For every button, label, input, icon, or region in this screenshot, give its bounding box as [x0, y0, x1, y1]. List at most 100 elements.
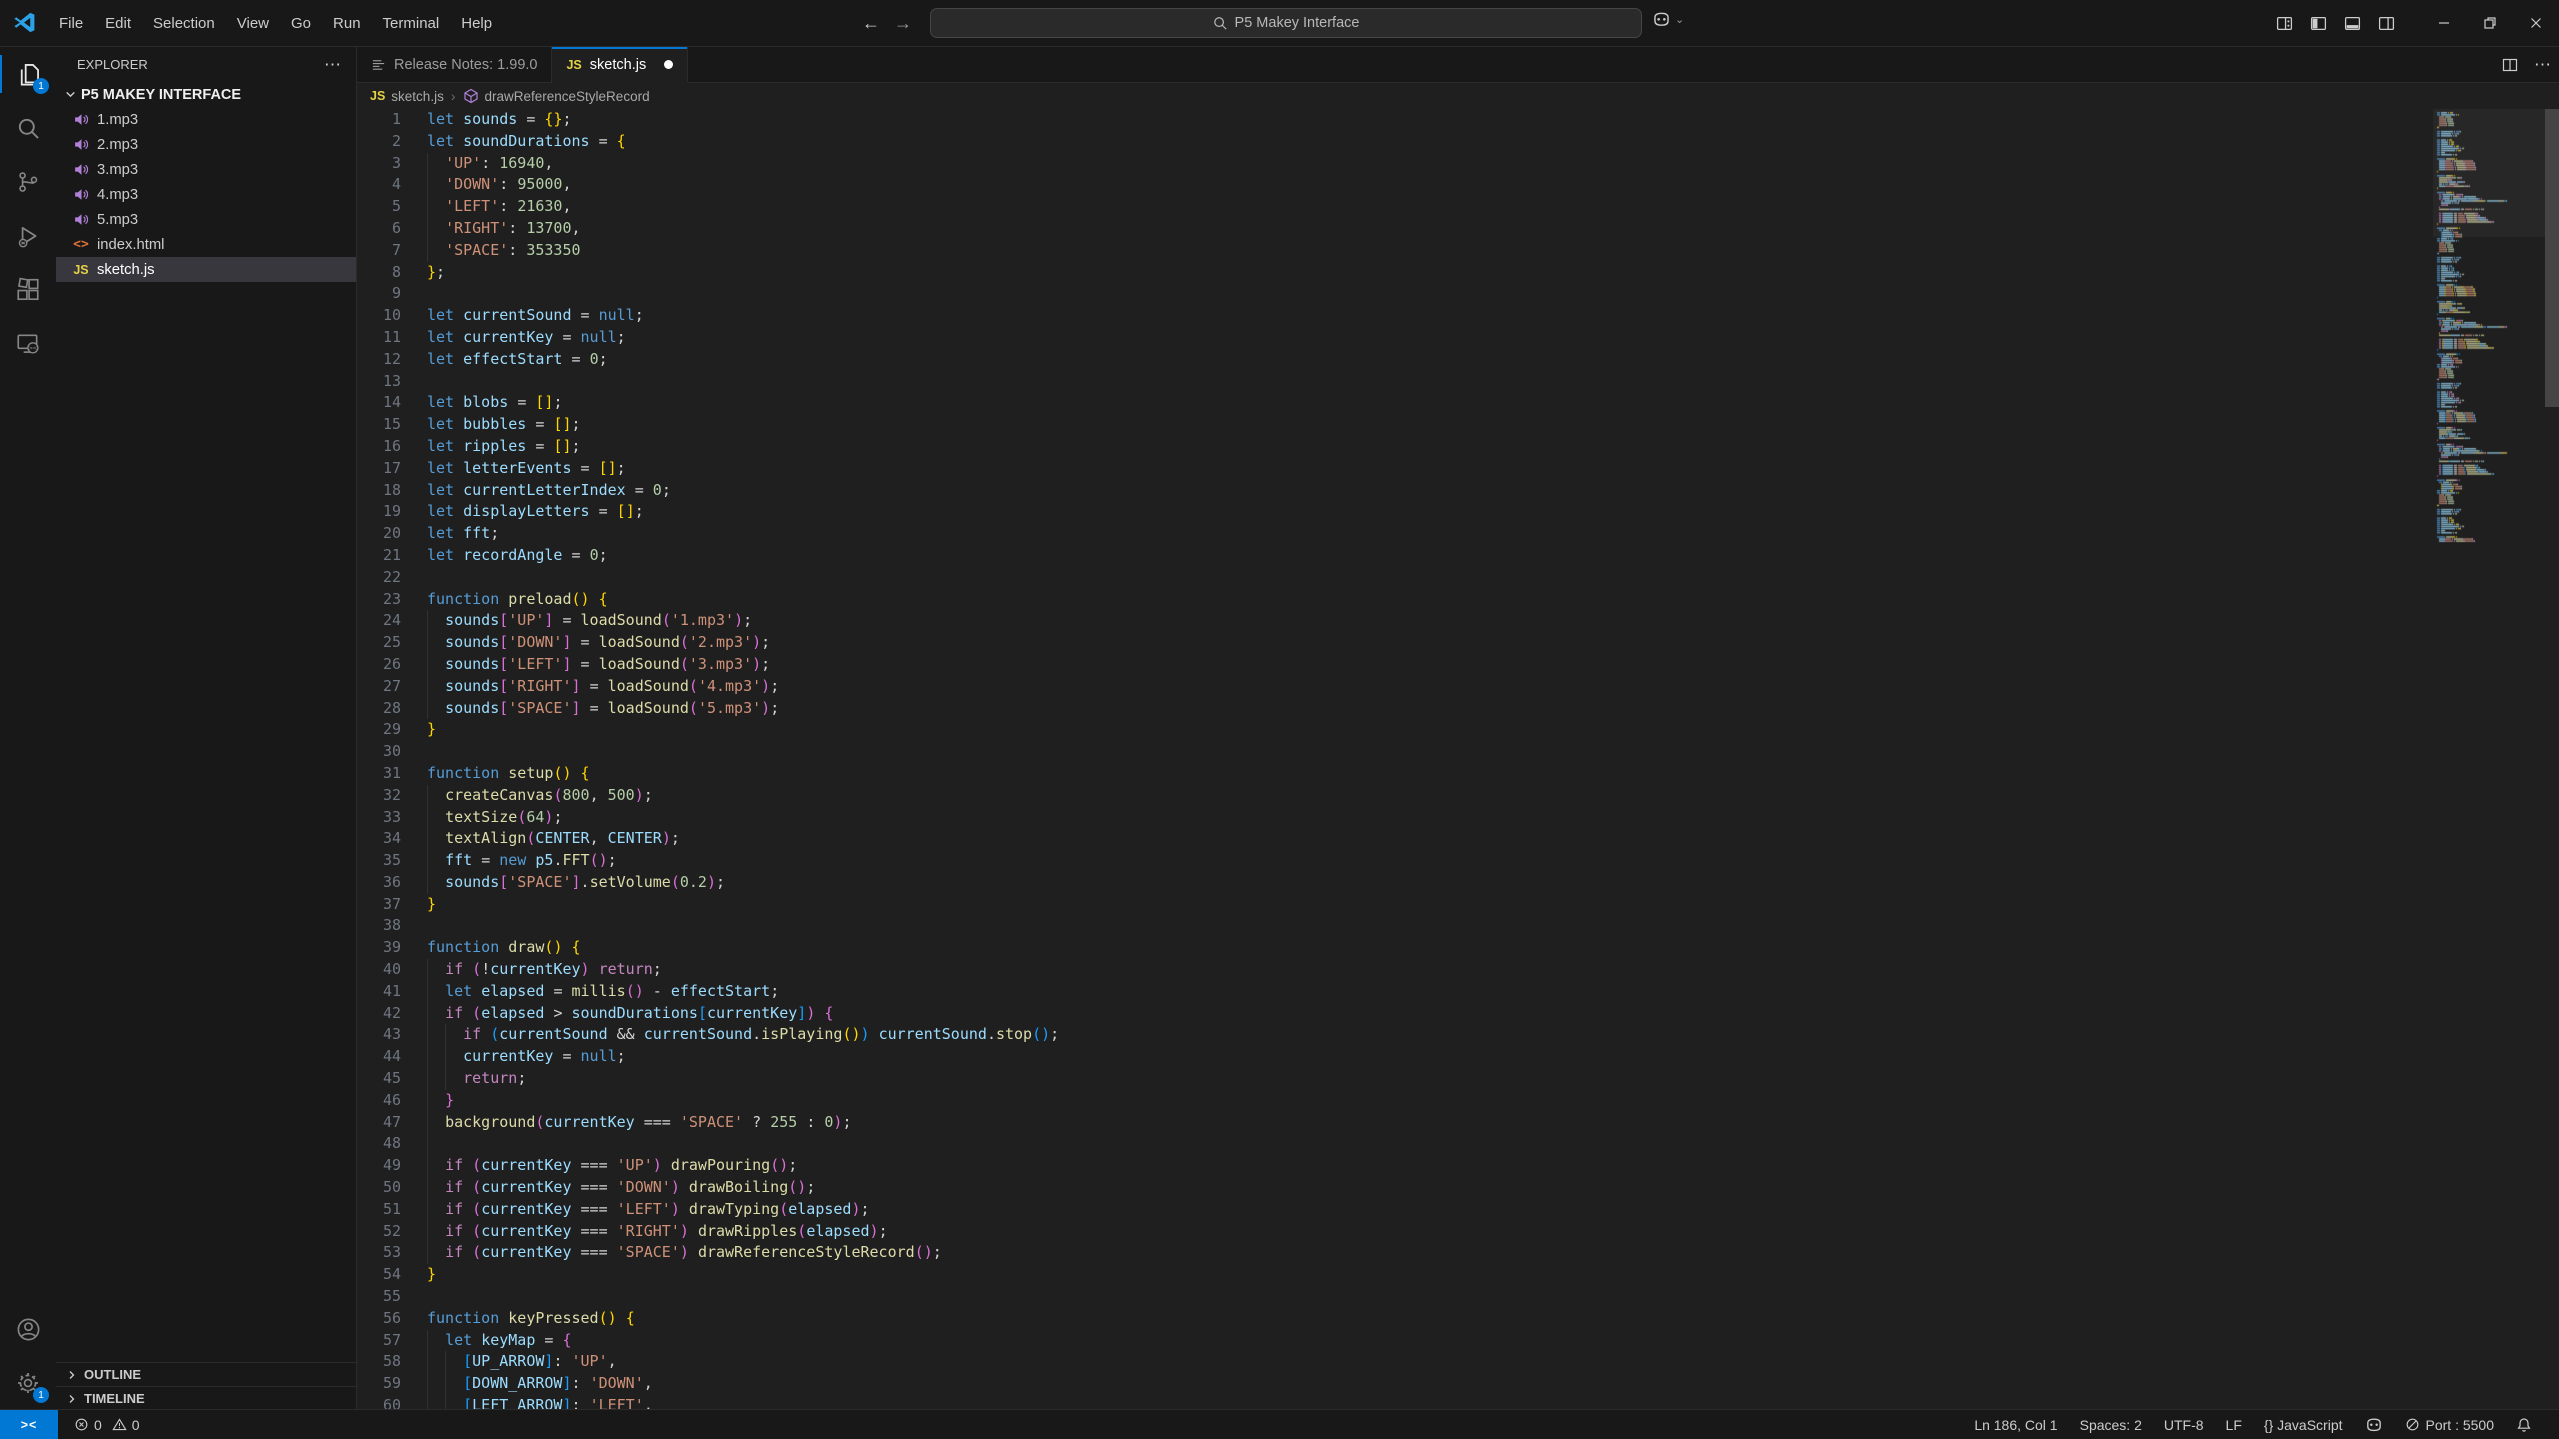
file-item-3.mp3[interactable]: 3.mp3 [56, 157, 356, 182]
minimap[interactable] [2433, 109, 2545, 569]
status-indentation[interactable]: Spaces: 2 [2071, 1410, 2151, 1439]
problems-button[interactable]: 0 0 [74, 1417, 140, 1433]
activity-settings-button[interactable]: 1 [0, 1356, 56, 1410]
tab-release-notes-1.99.0[interactable]: Release Notes: 1.99.0 [357, 47, 552, 82]
code-line-15: 15let bubbles = []; [357, 414, 2559, 436]
copilot-menu-button[interactable]: ⌄ [1652, 10, 1684, 29]
code-editor[interactable]: 1let sounds = {};2let soundDurations = {… [357, 109, 2559, 1410]
run-debug-icon [15, 223, 41, 249]
status-notifications[interactable] [2507, 1410, 2541, 1439]
status-language-mode[interactable]: {} JavaScript [2255, 1410, 2352, 1439]
close-button[interactable] [2513, 0, 2559, 46]
code-text: background(currentKey === 'SPACE' ? 255 … [427, 1113, 851, 1131]
warning-icon [112, 1417, 127, 1432]
indent-guide [427, 196, 428, 218]
line-number: 7 [357, 240, 427, 262]
code-line-49: 49 if (currentKey === 'UP') drawPouring(… [357, 1155, 2559, 1177]
indent-guide [427, 1133, 428, 1155]
code-line-37: 37} [357, 894, 2559, 916]
menu-edit[interactable]: Edit [94, 10, 142, 37]
section-timeline[interactable]: TIMELINE [56, 1386, 356, 1410]
tab-sketch.js[interactable]: JSsketch.js [552, 47, 688, 83]
audio-icon [73, 136, 90, 153]
audio-icon [72, 186, 90, 203]
line-number: 19 [357, 501, 427, 523]
file-name: 2.mp3 [97, 137, 138, 153]
section-outline[interactable]: OUTLINE [56, 1362, 356, 1386]
minimize-button[interactable] [2421, 0, 2467, 46]
code-line-57: 57 let keyMap = { [357, 1330, 2559, 1352]
error-icon [74, 1417, 89, 1432]
indent-guide [445, 1068, 446, 1090]
menu-terminal[interactable]: Terminal [372, 10, 451, 37]
customize-layout-button[interactable] [2276, 15, 2293, 32]
explorer-more-actions-button[interactable]: ⋯ [324, 55, 342, 75]
status-port[interactable]: Port : 5500 [2396, 1410, 2504, 1439]
status-cursor-position[interactable]: Ln 186, Col 1 [1965, 1410, 2066, 1439]
line-number: 29 [357, 719, 427, 741]
breadcrumb-item[interactable]: drawReferenceStyleRecord [463, 88, 650, 104]
activity-source-control-button[interactable] [0, 155, 56, 209]
code-text: textSize(64); [427, 808, 562, 826]
file-item-4.mp3[interactable]: 4.mp3 [56, 182, 356, 207]
code-text: sounds['SPACE'] = loadSound('5.mp3'); [427, 699, 779, 717]
code-line-16: 16let ripples = []; [357, 436, 2559, 458]
status-eol[interactable]: LF [2217, 1410, 2251, 1439]
status-encoding[interactable]: UTF-8 [2155, 1410, 2213, 1439]
menu-help[interactable]: Help [450, 10, 503, 37]
split-editor-button[interactable] [2502, 57, 2518, 73]
menu-selection[interactable]: Selection [142, 10, 226, 37]
code-line-53: 53 if (currentKey === 'SPACE') drawRefer… [357, 1242, 2559, 1264]
code-line-58: 58 [UP_ARROW]: 'UP', [357, 1351, 2559, 1373]
history-forward-button[interactable]: → [894, 13, 912, 34]
js-icon: JS [370, 89, 385, 103]
line-number: 17 [357, 458, 427, 480]
indent-guide [427, 1395, 428, 1410]
code-line-42: 42 if (elapsed > soundDurations[currentK… [357, 1003, 2559, 1025]
menu-view[interactable]: View [226, 10, 280, 37]
restore-button[interactable] [2467, 0, 2513, 46]
code-line-41: 41 let elapsed = millis() - effectStart; [357, 981, 2559, 1003]
folder-root[interactable]: P5 MAKEY INTERFACE [56, 82, 356, 107]
menu-go[interactable]: Go [280, 10, 322, 37]
file-item-1.mp3[interactable]: 1.mp3 [56, 107, 356, 132]
code-text: }; [427, 263, 445, 281]
title-bar: FileEditSelectionViewGoRunTerminalHelp ←… [0, 0, 2559, 47]
menu-file[interactable]: File [48, 10, 94, 37]
toggle-panel-button[interactable] [2344, 15, 2361, 32]
activity-search-button[interactable] [0, 101, 56, 155]
toggle-secondary-sidebar-button[interactable] [2378, 15, 2395, 32]
editor-more-actions-button[interactable]: ⋯ [2534, 55, 2551, 75]
code-line-48: 48 [357, 1133, 2559, 1155]
audio-icon [73, 111, 90, 128]
code-text: textAlign(CENTER, CENTER); [427, 829, 680, 847]
code-text: if (currentKey === 'LEFT') drawTyping(el… [427, 1200, 870, 1218]
file-item-index.html[interactable]: <>index.html [56, 232, 356, 257]
activity-run-debug-button[interactable] [0, 209, 56, 263]
activity-explorer-button[interactable]: 1 [0, 47, 56, 101]
menu-run[interactable]: Run [322, 10, 372, 37]
audio-icon [72, 136, 90, 153]
breadcrumb-item[interactable]: JSsketch.js [370, 89, 444, 104]
status-copilot[interactable] [2356, 1410, 2392, 1439]
command-center-search[interactable]: P5 Makey Interface [930, 8, 1642, 38]
activity-remote-explorer-button[interactable]: >< [0, 317, 56, 371]
code-text: let displayLetters = []; [427, 502, 644, 520]
activity-accounts-button[interactable] [0, 1302, 56, 1356]
toggle-primary-sidebar-button[interactable] [2310, 15, 2327, 32]
editor-scrollbar[interactable] [2545, 109, 2559, 407]
file-item-sketch.js[interactable]: JSsketch.js [56, 257, 356, 282]
file-item-5.mp3[interactable]: 5.mp3 [56, 207, 356, 232]
breadcrumb-separator: › [451, 88, 456, 104]
line-number: 16 [357, 436, 427, 458]
line-number: 49 [357, 1155, 427, 1177]
activity-extensions-button[interactable] [0, 263, 56, 317]
line-number: 44 [357, 1046, 427, 1068]
history-back-button[interactable]: ← [862, 13, 880, 34]
code-line-39: 39function draw() { [357, 937, 2559, 959]
file-item-2.mp3[interactable]: 2.mp3 [56, 132, 356, 157]
line-number: 42 [357, 1003, 427, 1025]
modified-indicator[interactable] [664, 60, 673, 69]
remote-indicator-button[interactable]: >< [0, 1410, 58, 1439]
code-line-17: 17let letterEvents = []; [357, 458, 2559, 480]
